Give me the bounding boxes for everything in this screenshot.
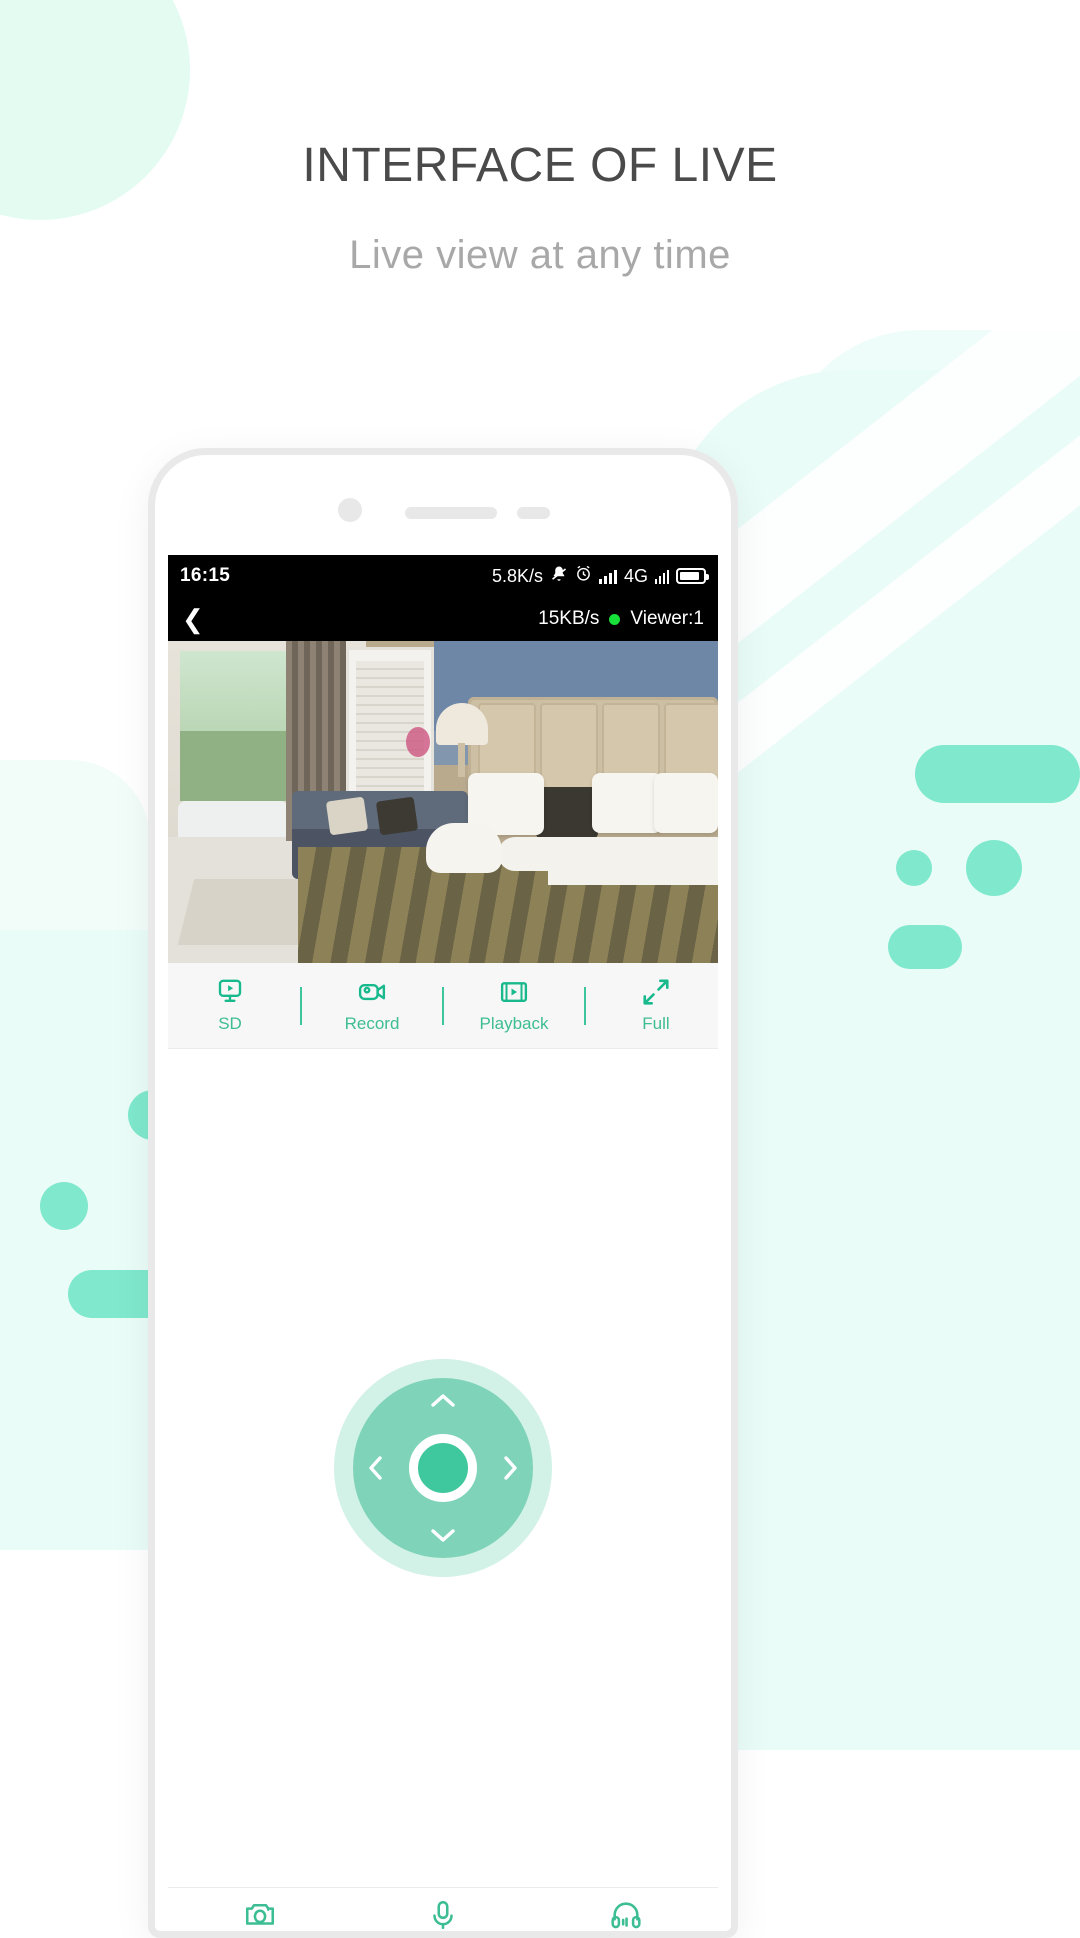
camera-icon	[243, 1898, 277, 1932]
bottom-item-listen[interactable]: Listen	[551, 1898, 701, 1932]
chevron-up-icon[interactable]	[430, 1392, 456, 1409]
status-time: 16:15	[180, 565, 231, 586]
video-headboard-panel-2	[540, 703, 598, 795]
bg-pill-right-2	[888, 925, 962, 969]
earpiece-speaker	[405, 507, 497, 519]
headphones-icon	[609, 1898, 643, 1932]
alarm-clock-icon	[575, 565, 592, 587]
live-video-feed[interactable]	[168, 641, 718, 963]
phone-screen: 16:15 5.8K/s 4G ❮ 15KB/s Viewer:1 SD Rec…	[168, 555, 718, 1931]
nav-status-group: 15KB/s Viewer:1	[538, 608, 704, 630]
network-speed: 5.8K/s	[491, 565, 543, 586]
viewer-count: Viewer:1	[630, 608, 704, 629]
chevron-down-icon[interactable]	[430, 1527, 456, 1544]
bg-dot-left-2	[40, 1182, 88, 1230]
microphone-icon	[426, 1898, 460, 1932]
fullscreen-expand-icon	[641, 977, 671, 1007]
toolbar-separator-3	[584, 986, 586, 1025]
signal-bars-icon-2	[655, 569, 669, 584]
proximity-sensor	[517, 507, 550, 519]
video-pillow-2	[592, 773, 662, 833]
front-camera-icon	[338, 498, 362, 522]
video-dark-pillow	[536, 787, 598, 839]
bottom-item-snapshot[interactable]: Snapshot	[185, 1898, 335, 1932]
film-playback-icon	[499, 977, 529, 1007]
video-pillow-3	[654, 773, 718, 833]
toolbar-separator-1	[300, 986, 302, 1025]
video-record-icon	[357, 977, 387, 1007]
toolbar-item-sd[interactable]: SD	[176, 977, 284, 1034]
status-icons-group: 5.8K/s 4G	[491, 565, 709, 588]
ptz-dpad-inner[interactable]	[353, 1378, 533, 1558]
bell-muted-icon	[550, 565, 568, 588]
stream-toolbar: SD Record Playback Full	[168, 963, 718, 1049]
toolbar-label-playback: Playback	[479, 1014, 549, 1033]
network-type: 4G	[623, 565, 648, 586]
video-garden	[180, 731, 298, 801]
signal-bars-icon	[598, 569, 617, 584]
bg-dot-right-2	[896, 850, 932, 886]
video-flowers	[406, 727, 430, 757]
stream-bitrate: 15KB/s	[538, 608, 600, 629]
phone-mockup: 16:15 5.8K/s 4G ❮ 15KB/s Viewer:1 SD Rec…	[148, 448, 738, 1938]
toolbar-label-record: Record	[344, 1014, 400, 1033]
chevron-left-icon[interactable]: ❮	[182, 606, 204, 632]
ptz-control-area	[168, 1049, 718, 1887]
video-bolster	[498, 837, 618, 871]
bottom-item-speak[interactable]: Speak	[368, 1898, 518, 1932]
toolbar-separator-2	[442, 986, 444, 1025]
action-bottom-bar: Snapshot Speak	[168, 1887, 718, 1931]
live-indicator-dot	[609, 613, 621, 625]
video-towel-elephant	[426, 823, 502, 873]
toolbar-label-sd: SD	[218, 1014, 242, 1033]
status-bar: 16:15 5.8K/s 4G	[168, 555, 718, 597]
video-cushion-1	[325, 796, 369, 836]
phone-top-bezel	[155, 455, 731, 555]
ptz-dpad[interactable]	[334, 1359, 552, 1577]
bg-dot-right-1	[966, 840, 1022, 896]
headings-block: INTERFACE OF LIVE Live view at any time	[0, 139, 1080, 278]
toolbar-item-playback[interactable]: Playback	[460, 977, 568, 1034]
bg-pill-right-1	[915, 745, 1080, 803]
ptz-home-button[interactable]	[409, 1434, 477, 1502]
chevron-right-icon[interactable]	[502, 1455, 519, 1481]
toolbar-label-full: Full	[642, 1014, 670, 1033]
page-title: INTERFACE OF LIVE	[302, 139, 778, 192]
video-cushion-2	[375, 796, 419, 836]
video-lamp-stand	[458, 743, 465, 777]
page-subtitle: Live view at any time	[349, 232, 731, 277]
sd-quality-icon	[215, 977, 245, 1007]
toolbar-item-full[interactable]: Full	[602, 977, 710, 1034]
app-nav-bar: ❮ 15KB/s Viewer:1	[168, 597, 718, 641]
chevron-left-icon[interactable]	[367, 1455, 384, 1481]
battery-icon	[676, 568, 709, 584]
toolbar-item-record[interactable]: Record	[318, 977, 426, 1034]
